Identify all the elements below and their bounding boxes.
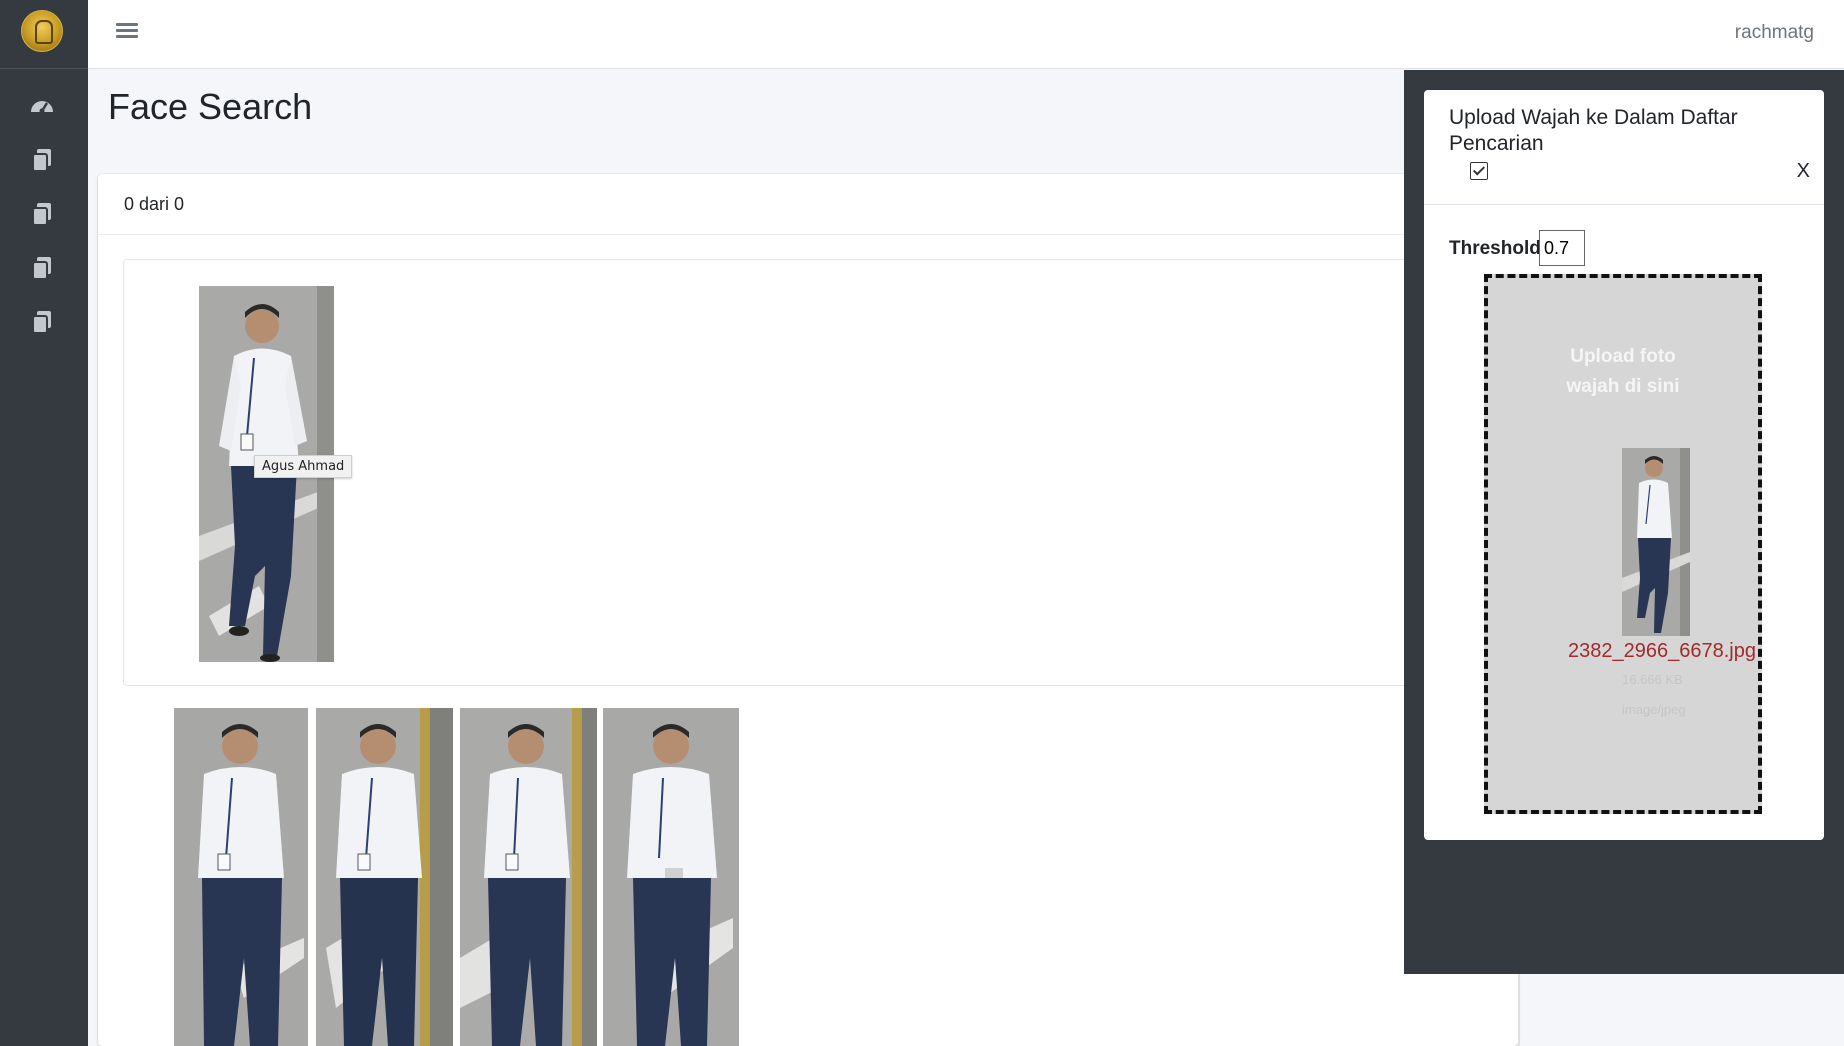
dropzone-text-line2: wajah di sini bbox=[1566, 376, 1680, 397]
file-name: 2382_2966_6678.jpg bbox=[1568, 640, 1756, 662]
username[interactable]: rachmatg bbox=[1735, 22, 1814, 44]
card-header: 0 dari 0 bbox=[98, 174, 1518, 235]
file-type: image/jpeg bbox=[1622, 702, 1686, 717]
copy-icon[interactable] bbox=[28, 146, 56, 174]
file-size: 16.666 KB bbox=[1622, 672, 1683, 687]
thumbnail-photo[interactable] bbox=[603, 708, 739, 1046]
page-title: Face Search bbox=[108, 86, 313, 127]
top-navbar: rachmatg bbox=[88, 0, 1844, 69]
thumbnail-photo[interactable] bbox=[460, 708, 597, 1046]
panel-header: Upload Wajah ke Dalam Daftar Pencarian X bbox=[1424, 90, 1824, 205]
threshold-label: Threshold bbox=[1449, 238, 1541, 259]
threshold-input[interactable] bbox=[1539, 230, 1585, 266]
hamburger-menu-icon[interactable] bbox=[116, 20, 138, 42]
logo[interactable] bbox=[21, 10, 63, 52]
upload-panel: Upload Wajah ke Dalam Daftar Pencarian X… bbox=[1424, 90, 1824, 840]
result-count: 0 dari 0 bbox=[124, 194, 185, 214]
sidebar bbox=[0, 0, 88, 1046]
copy-icon[interactable] bbox=[28, 254, 56, 282]
upload-dropzone[interactable]: Upload foto wajah di sini 2382_2966_6678… bbox=[1484, 274, 1762, 814]
content-divider bbox=[1518, 974, 1520, 1046]
close-button[interactable]: X bbox=[1797, 160, 1810, 183]
name-tooltip: Agus Ahmad bbox=[254, 455, 353, 478]
enable-checkbox[interactable] bbox=[1470, 162, 1488, 180]
thumbnail-photo[interactable] bbox=[174, 708, 308, 1046]
uploaded-photo-preview bbox=[1622, 448, 1690, 636]
thumbnail-photo[interactable] bbox=[316, 708, 453, 1046]
dropzone-text: Upload foto wajah di sini bbox=[1488, 342, 1758, 402]
panel-title: Upload Wajah ke Dalam Daftar Pencarian bbox=[1449, 106, 1738, 155]
dashboard-icon[interactable] bbox=[28, 92, 56, 120]
copy-icon[interactable] bbox=[28, 308, 56, 336]
copy-icon[interactable] bbox=[28, 200, 56, 228]
brand[interactable] bbox=[0, 0, 88, 69]
dropzone-text-line1: Upload foto bbox=[1570, 346, 1676, 367]
